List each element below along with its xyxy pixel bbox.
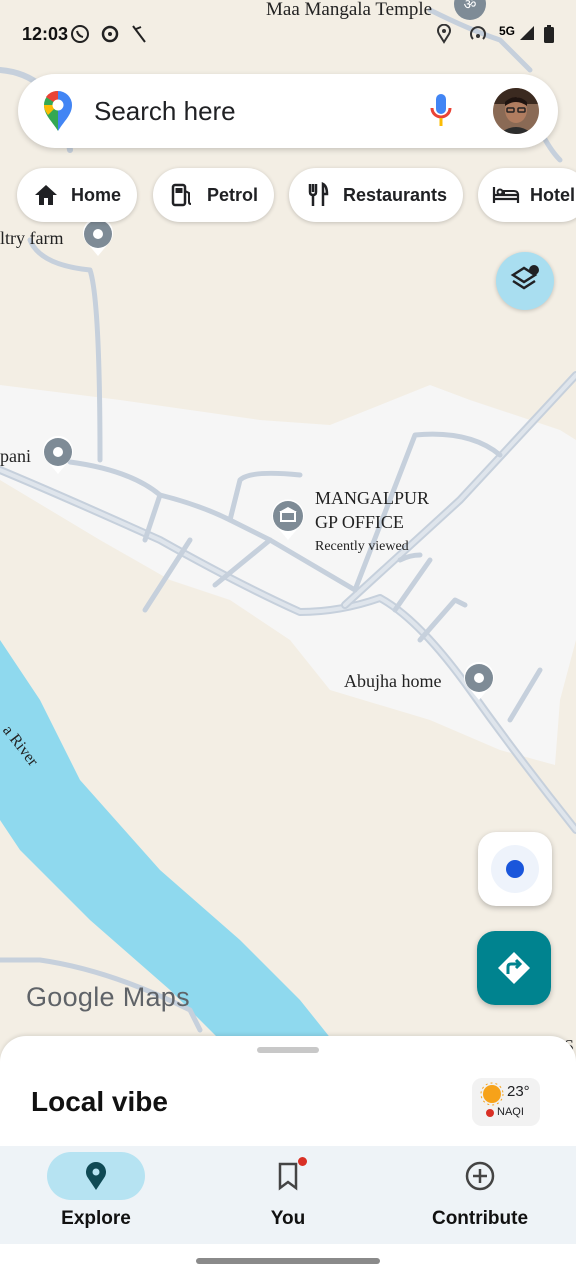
gesture-area	[0, 1244, 576, 1280]
layers-button[interactable]	[496, 252, 554, 310]
my-location-button[interactable]	[478, 832, 552, 906]
chip-home[interactable]: Home	[17, 168, 138, 222]
label-office-1: MANGALPUR	[315, 488, 429, 508]
hotspot-icon	[468, 24, 488, 49]
bottom-nav: Explore You Contribute	[0, 1146, 576, 1244]
mic-icon[interactable]	[428, 92, 454, 135]
watermark-google: Google	[26, 982, 115, 1012]
home-icon	[31, 180, 61, 210]
label-abujha-home: Abujha home	[344, 671, 441, 691]
status-bar: 12:03 5G	[0, 18, 576, 52]
location-status-icon	[436, 23, 452, 49]
search-input[interactable]: Search here	[94, 96, 236, 127]
label-office-sub: Recently viewed	[315, 539, 409, 554]
weather-chip[interactable]: 23° NAQI	[472, 1078, 540, 1126]
status-time: 12:03	[22, 24, 69, 44]
chip-petrol-label: Petrol	[207, 184, 259, 205]
sheet-drag-handle[interactable]	[257, 1047, 319, 1053]
whatsapp-icon	[70, 24, 90, 49]
nav-explore-label: Explore	[61, 1208, 131, 1229]
nav-explore[interactable]: Explore	[21, 1146, 171, 1244]
label-temple: Maa Mangala Temple	[266, 0, 432, 20]
weather-aqi: NAQI	[497, 1106, 524, 1118]
label-left-place: pani	[0, 446, 31, 466]
sheet-title: Local vibe	[31, 1086, 168, 1117]
restaurant-icon	[303, 180, 333, 210]
nav-contribute-label: Contribute	[431, 1208, 529, 1229]
aqi-status-dot	[486, 1109, 494, 1117]
app-notification-icon	[100, 24, 120, 49]
location-dot-icon	[491, 845, 539, 893]
chip-petrol[interactable]: Petrol	[153, 168, 275, 222]
network-type: 5G	[499, 24, 516, 38]
chip-hotel[interactable]: Hotel	[478, 168, 576, 222]
nav-contribute[interactable]: Contribute	[405, 1146, 555, 1244]
add-circle-icon	[465, 1161, 495, 1191]
label-office-2: GP OFFICE	[315, 512, 404, 532]
sun-icon	[480, 1082, 504, 1106]
hotel-icon	[492, 180, 520, 210]
directions-button[interactable]	[477, 931, 551, 1005]
svg-text:ॐ: ॐ	[464, 0, 477, 12]
google-maps-watermark: Google Maps	[26, 982, 190, 1013]
directions-icon	[498, 952, 530, 984]
profile-avatar[interactable]	[493, 88, 539, 134]
label-poultry: ltry farm	[0, 228, 63, 248]
bottom-sheet[interactable]: Local vibe 23° NAQI	[0, 1036, 576, 1146]
search-bar[interactable]: Search here	[18, 74, 558, 148]
battery-icon	[543, 24, 555, 49]
chip-home-label: Home	[71, 184, 122, 205]
feather-icon	[130, 24, 148, 49]
watermark-maps: Maps	[122, 982, 190, 1012]
fuel-icon	[167, 180, 197, 210]
chip-hotel-label: Hotel	[530, 184, 575, 205]
signal-icon	[518, 24, 536, 47]
notification-badge	[298, 1157, 307, 1166]
nav-you[interactable]: You	[213, 1146, 363, 1244]
chip-restaurants-label: Restaurants	[343, 184, 448, 205]
home-gesture-bar[interactable]	[196, 1258, 380, 1264]
layers-icon	[510, 265, 539, 290]
weather-temp: 23°	[507, 1083, 530, 1100]
google-maps-logo-icon	[40, 89, 76, 138]
nav-you-label: You	[270, 1208, 306, 1229]
explore-pin-icon	[86, 1162, 106, 1190]
chip-restaurants[interactable]: Restaurants	[289, 168, 464, 222]
